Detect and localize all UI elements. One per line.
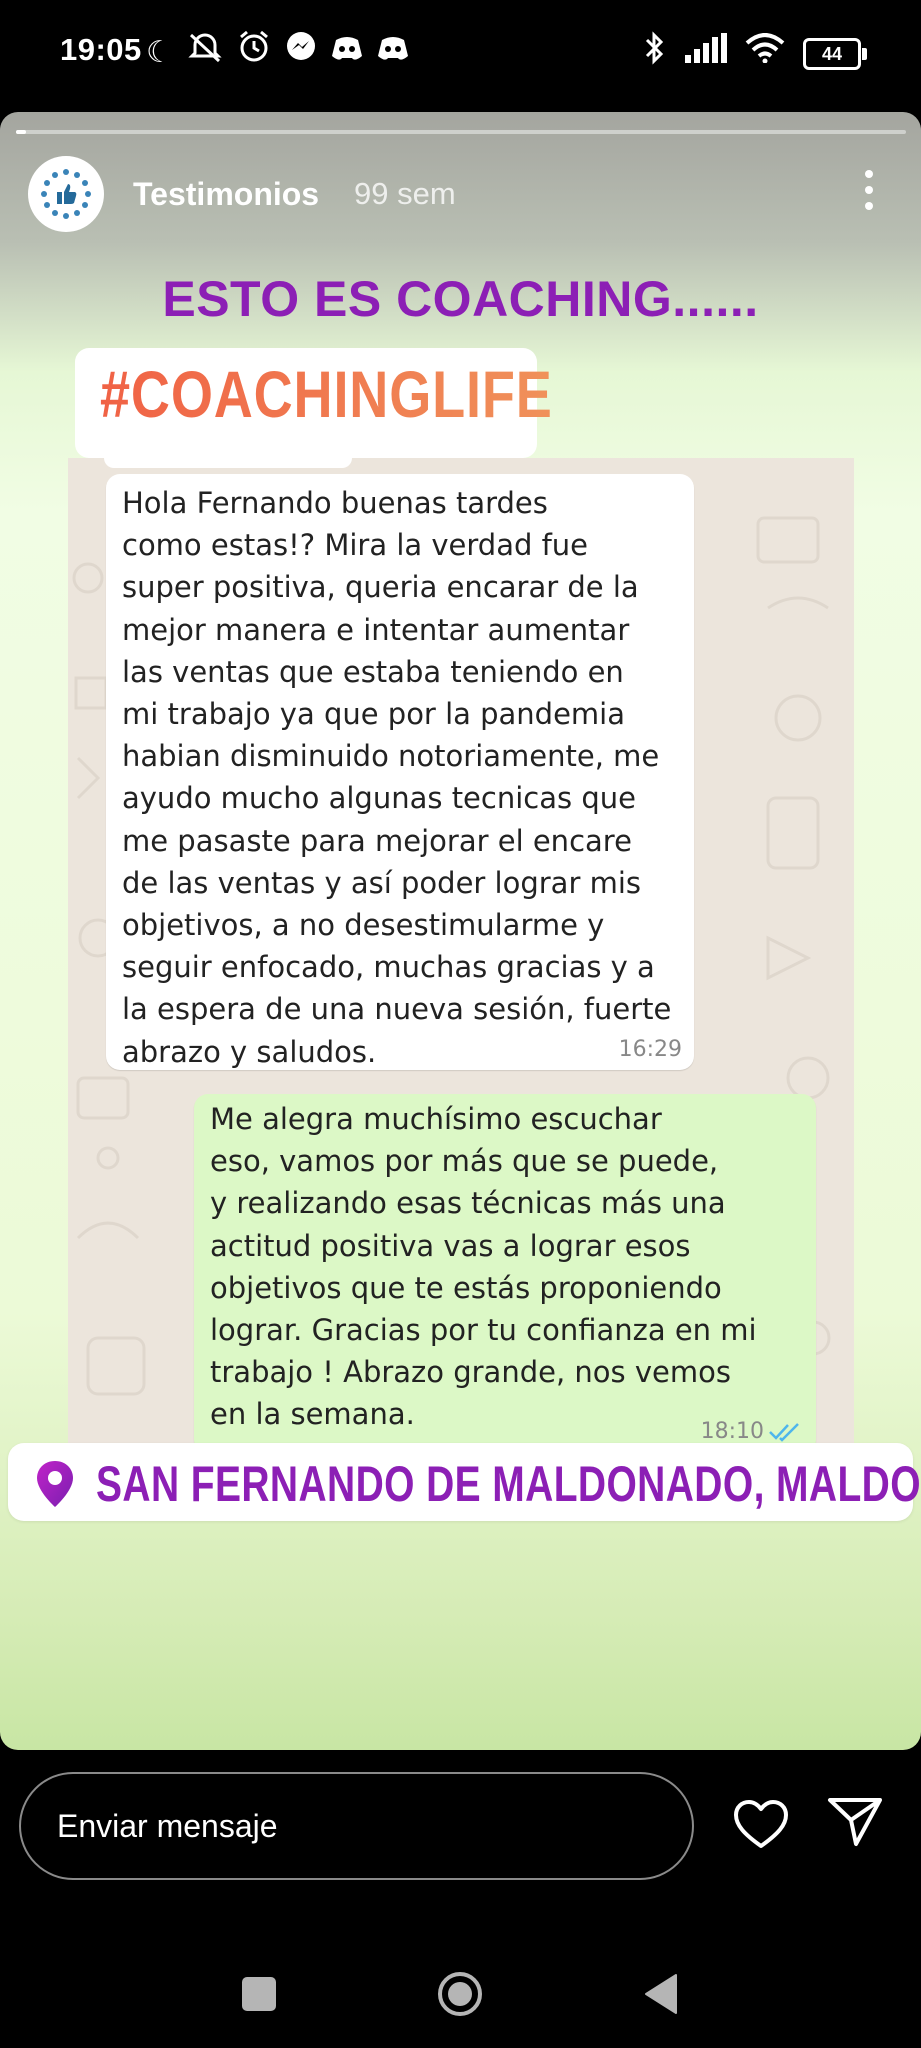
alarm-off-icon [187, 31, 223, 74]
account-name[interactable]: Testimonios [133, 176, 319, 213]
recent-apps-button[interactable] [242, 1977, 276, 2011]
status-time: 19:05 [60, 32, 142, 67]
incoming-message-bubble: Hola Fernando buenas tardes como estas!?… [106, 474, 694, 1070]
previous-bubble-edge [104, 458, 352, 468]
back-button[interactable] [644, 1973, 678, 2015]
story-progress-bar [16, 130, 906, 134]
battery-indicator: 44 [803, 37, 867, 70]
incoming-message-text: Hola Fernando buenas tardes como estas!?… [122, 486, 672, 1069]
double-check-icon [769, 1423, 799, 1442]
location-pin-icon [37, 1461, 73, 1507]
location-text[interactable]: SAN FERNANDO DE MALDONADO, MALDONADO,... [96, 1455, 921, 1513]
moon-icon: ☾ [146, 35, 173, 69]
post-time: 99 sem [354, 176, 456, 211]
home-button[interactable] [436, 1970, 484, 2018]
status-bar: 19:05 ☾ 44 [0, 0, 921, 105]
story-headline: ESTO ES COACHING...... [162, 271, 759, 327]
system-icons: 44 [643, 30, 867, 77]
message-input[interactable]: Enviar mensaje [19, 1772, 694, 1880]
signal-icon [685, 33, 727, 74]
discord-icon [331, 33, 363, 73]
incoming-message-time: 16:29 [618, 1037, 682, 1062]
like-heart-icon[interactable] [732, 1798, 790, 1850]
alarm-icon [237, 30, 271, 75]
location-sticker[interactable]: SAN FERNANDO DE MALDONADO, MALDONADO,... [8, 1443, 921, 1521]
avatar[interactable] [28, 156, 104, 232]
message-input-placeholder: Enviar mensaje [57, 1808, 278, 1844]
outgoing-message-text: Me alegra muchísimo escuchar eso, vamos … [210, 1102, 757, 1432]
hashtag-text[interactable]: #COACHINGLIFE [100, 356, 553, 432]
bluetooth-icon [643, 30, 667, 77]
wifi-icon [745, 33, 785, 74]
discord-icon [377, 33, 409, 73]
outgoing-message-time: 18:10 [700, 1419, 764, 1444]
more-options-icon[interactable] [865, 170, 877, 210]
outgoing-message-bubble: Me alegra muchísimo escuchar eso, vamos … [194, 1094, 816, 1446]
messenger-icon [285, 31, 317, 74]
chat-screenshot: Hola Fernando buenas tardes como estas!?… [68, 458, 854, 1446]
story-card[interactable]: Testimonios 99 sem ESTO ES COACHING.....… [0, 112, 921, 1750]
thumbs-up-stars-icon [41, 169, 91, 219]
send-icon[interactable] [826, 1796, 884, 1848]
notification-icons: ☾ [146, 30, 409, 75]
